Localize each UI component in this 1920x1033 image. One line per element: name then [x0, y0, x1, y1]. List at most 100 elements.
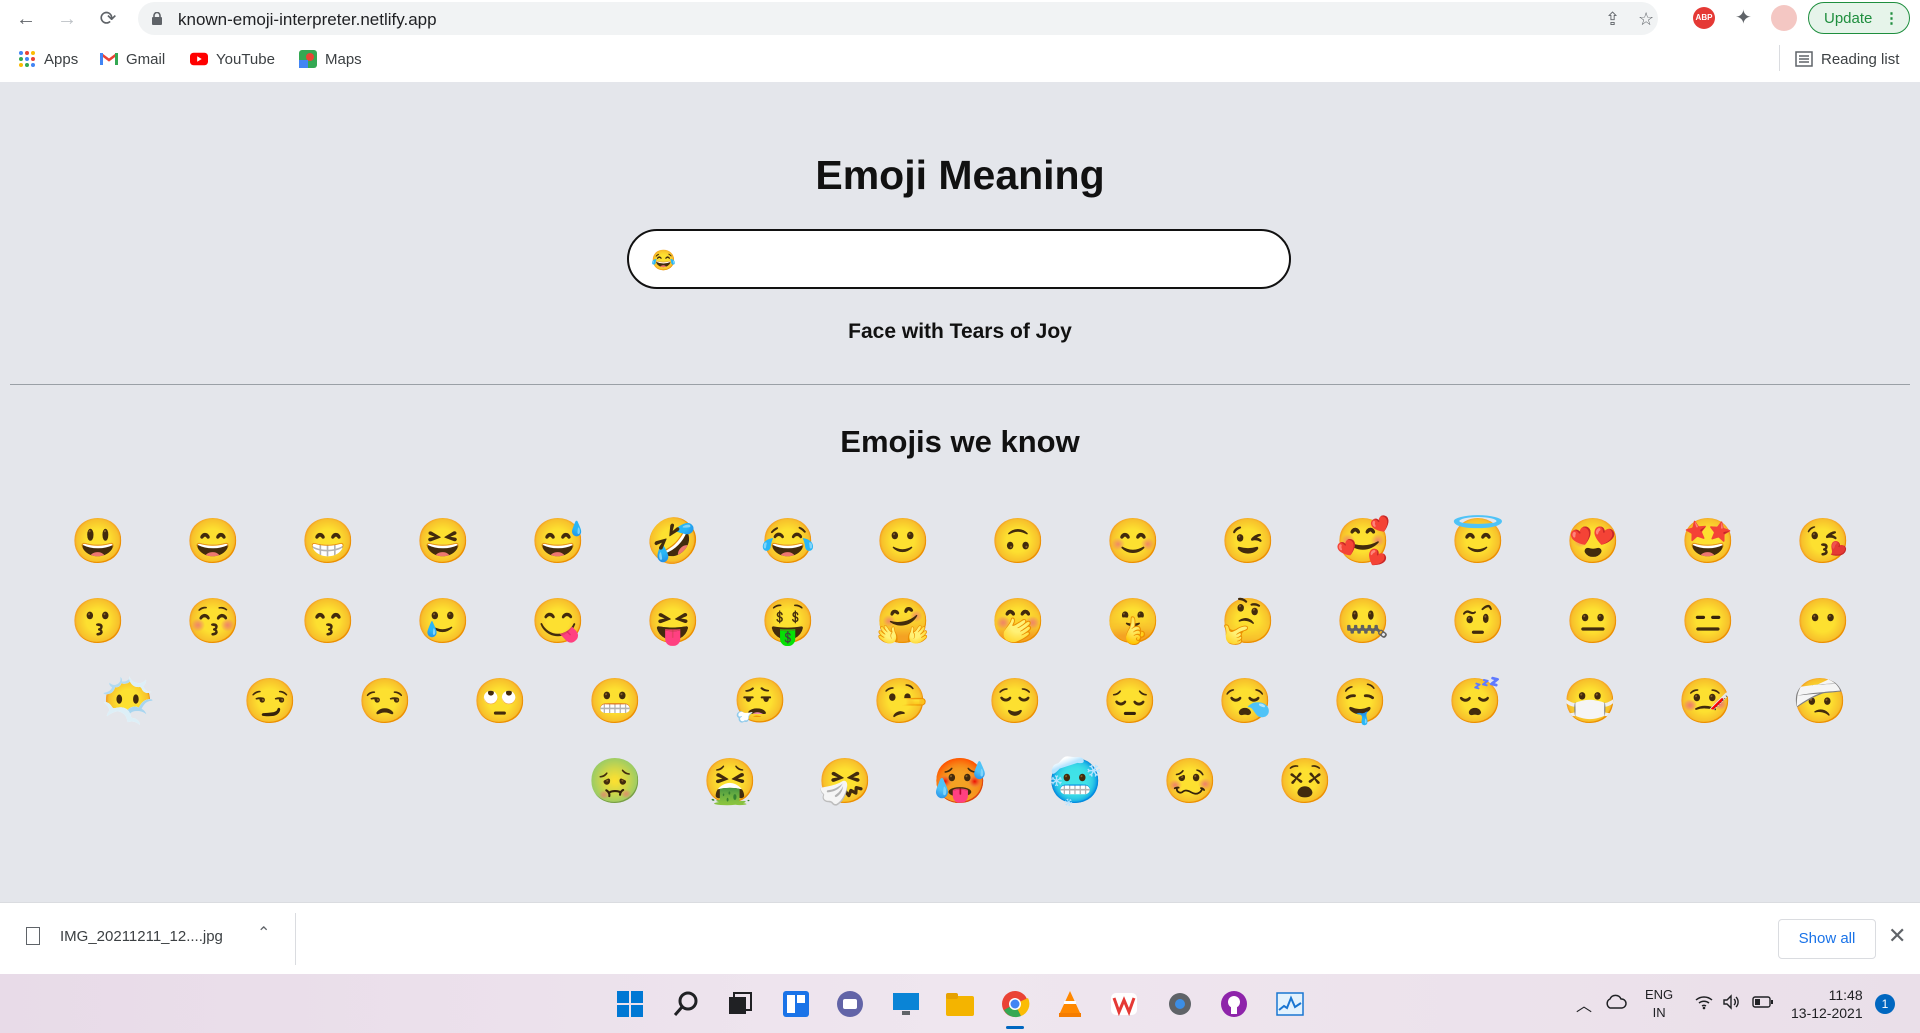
back-arrow-icon[interactable]: ←	[13, 6, 39, 32]
wifi-icon[interactable]	[1694, 994, 1714, 1010]
bookmark-maps[interactable]: Maps	[299, 50, 362, 68]
windows-start-icon[interactable]	[614, 988, 646, 1020]
emoji-item[interactable]: 🤨	[1448, 592, 1508, 652]
url-text[interactable]: known-emoji-interpreter.netlify.app	[178, 10, 437, 30]
emoji-item[interactable]: 😵	[1275, 752, 1335, 812]
onedrive-cloud-icon[interactable]	[1604, 994, 1628, 1010]
emoji-item[interactable]: 😊	[1103, 512, 1163, 572]
emoji-item[interactable]: 😋	[528, 592, 588, 652]
chevron-up-icon[interactable]: ︿	[1576, 992, 1592, 1016]
share-icon[interactable]: ⇪	[1605, 10, 1623, 28]
github-icon[interactable]	[1218, 988, 1250, 1020]
emoji-item[interactable]: 🤣	[643, 512, 703, 572]
chrome-icon[interactable]	[999, 988, 1031, 1020]
emoji-item[interactable]: 🤑	[758, 592, 818, 652]
bookmark-gmail[interactable]: Gmail	[100, 50, 165, 68]
profile-avatar[interactable]	[1771, 5, 1797, 31]
emoji-item[interactable]: 😔	[1100, 672, 1160, 732]
emoji-item[interactable]: 😒	[355, 672, 415, 732]
show-all-button[interactable]: Show all	[1778, 919, 1876, 959]
emoji-item[interactable]: 😶‍🌫️	[68, 672, 188, 732]
emoji-item[interactable]: 😅	[528, 512, 588, 572]
emoji-item[interactable]: 🤢	[585, 752, 645, 812]
emoji-item[interactable]: 😍	[1563, 512, 1623, 572]
emoji-item[interactable]: 😑	[1678, 592, 1738, 652]
emoji-item[interactable]: 🥰	[1333, 512, 1393, 572]
search-icon[interactable]	[670, 988, 702, 1020]
file-explorer-icon[interactable]	[944, 988, 976, 1020]
emoji-item[interactable]: 😏	[240, 672, 300, 732]
emoji-item[interactable]: 😝	[643, 592, 703, 652]
emoji-item[interactable]: 😮‍💨	[700, 672, 820, 732]
emoji-item[interactable]: 🤐	[1333, 592, 1393, 652]
emoji-item[interactable]: 🥶	[1045, 752, 1105, 812]
emoji-item[interactable]: 😁	[298, 512, 358, 572]
emoji-item[interactable]: 😷	[1560, 672, 1620, 732]
emoji-item[interactable]: 🤮	[700, 752, 760, 812]
wps-office-icon[interactable]	[1108, 988, 1140, 1020]
language-region: IN	[1652, 1005, 1666, 1020]
emoji-item[interactable]: 😬	[585, 672, 645, 732]
reading-list-icon	[1795, 51, 1813, 67]
emoji-item[interactable]: 🙄	[470, 672, 530, 732]
bookmark-star-icon[interactable]: ☆	[1638, 10, 1656, 28]
emoji-item[interactable]: 😶	[1793, 592, 1853, 652]
address-bar[interactable]: known-emoji-interpreter.netlify.app ⇪ ☆	[138, 2, 1658, 35]
vlc-icon[interactable]	[1054, 988, 1086, 1020]
emoji-input[interactable]	[649, 243, 1263, 277]
clock[interactable]: 11:48 13-12-2021	[1791, 986, 1863, 1022]
task-manager-icon[interactable]	[1274, 988, 1306, 1020]
emoji-item[interactable]: 🥵	[930, 752, 990, 812]
emoji-item[interactable]: 😂	[758, 512, 818, 572]
download-file-name[interactable]: IMG_20211211_12....jpg	[60, 928, 223, 945]
language-indicator[interactable]: ENG IN	[1645, 986, 1673, 1022]
bookmark-apps[interactable]: Apps	[18, 50, 78, 68]
emoji-item[interactable]: 🥴	[1160, 752, 1220, 812]
emoji-item[interactable]: 😐	[1563, 592, 1623, 652]
emoji-item[interactable]: 🤧	[815, 752, 875, 812]
settings-gear-icon[interactable]	[1164, 988, 1196, 1020]
close-icon[interactable]: ✕	[1888, 923, 1906, 949]
widgets-icon[interactable]	[780, 988, 812, 1020]
emoji-item[interactable]: 😉	[1218, 512, 1278, 572]
chevron-up-icon[interactable]: ⌃	[257, 923, 270, 943]
teams-chat-icon[interactable]	[834, 988, 866, 1020]
emoji-item[interactable]: 😚	[183, 592, 243, 652]
emoji-item[interactable]: 🤗	[873, 592, 933, 652]
emoji-item[interactable]: 🙂	[873, 512, 933, 572]
task-view-icon[interactable]	[724, 988, 756, 1020]
emoji-item[interactable]: 😪	[1215, 672, 1275, 732]
emoji-item[interactable]: 😴	[1445, 672, 1505, 732]
emoji-item[interactable]: 🤭	[988, 592, 1048, 652]
emoji-item[interactable]: 😄	[183, 512, 243, 572]
lock-icon[interactable]	[152, 12, 162, 25]
reading-list-button[interactable]: Reading list	[1795, 50, 1899, 68]
update-button[interactable]: Update ⋮	[1808, 2, 1910, 34]
extensions-puzzle-icon[interactable]: ✦	[1735, 5, 1752, 30]
emoji-item[interactable]: 🤫	[1103, 592, 1163, 652]
forward-arrow-icon[interactable]: →	[54, 6, 80, 32]
emoji-item[interactable]: 🤕	[1790, 672, 1850, 732]
emoji-item[interactable]: 🥲	[413, 592, 473, 652]
emoji-item[interactable]: 😗	[68, 592, 128, 652]
emoji-item[interactable]: 🙃	[988, 512, 1048, 572]
adblock-extension-icon[interactable]: ABP	[1693, 7, 1715, 29]
bookmark-youtube[interactable]: YouTube	[190, 50, 275, 68]
emoji-search-box[interactable]	[627, 229, 1291, 289]
emoji-item[interactable]: 😆	[413, 512, 473, 572]
emoji-item[interactable]: 🤤	[1330, 672, 1390, 732]
reload-icon[interactable]: ⟳	[95, 6, 121, 32]
emoji-item[interactable]: 😙	[298, 592, 358, 652]
emoji-item[interactable]: 🤔	[1218, 592, 1278, 652]
emoji-item[interactable]: 😌	[985, 672, 1045, 732]
notification-badge[interactable]: 1	[1875, 994, 1895, 1014]
battery-icon[interactable]	[1752, 996, 1774, 1008]
emoji-item[interactable]: 🤥	[870, 672, 930, 732]
volume-icon[interactable]	[1722, 994, 1742, 1010]
emoji-item[interactable]: 😇	[1448, 512, 1508, 572]
emoji-item[interactable]: 🤩	[1678, 512, 1738, 572]
emoji-item[interactable]: 🤒	[1675, 672, 1735, 732]
emoji-item[interactable]: 😃	[68, 512, 128, 572]
emoji-item[interactable]: 😘	[1793, 512, 1853, 572]
desktop-icon[interactable]	[890, 988, 922, 1020]
